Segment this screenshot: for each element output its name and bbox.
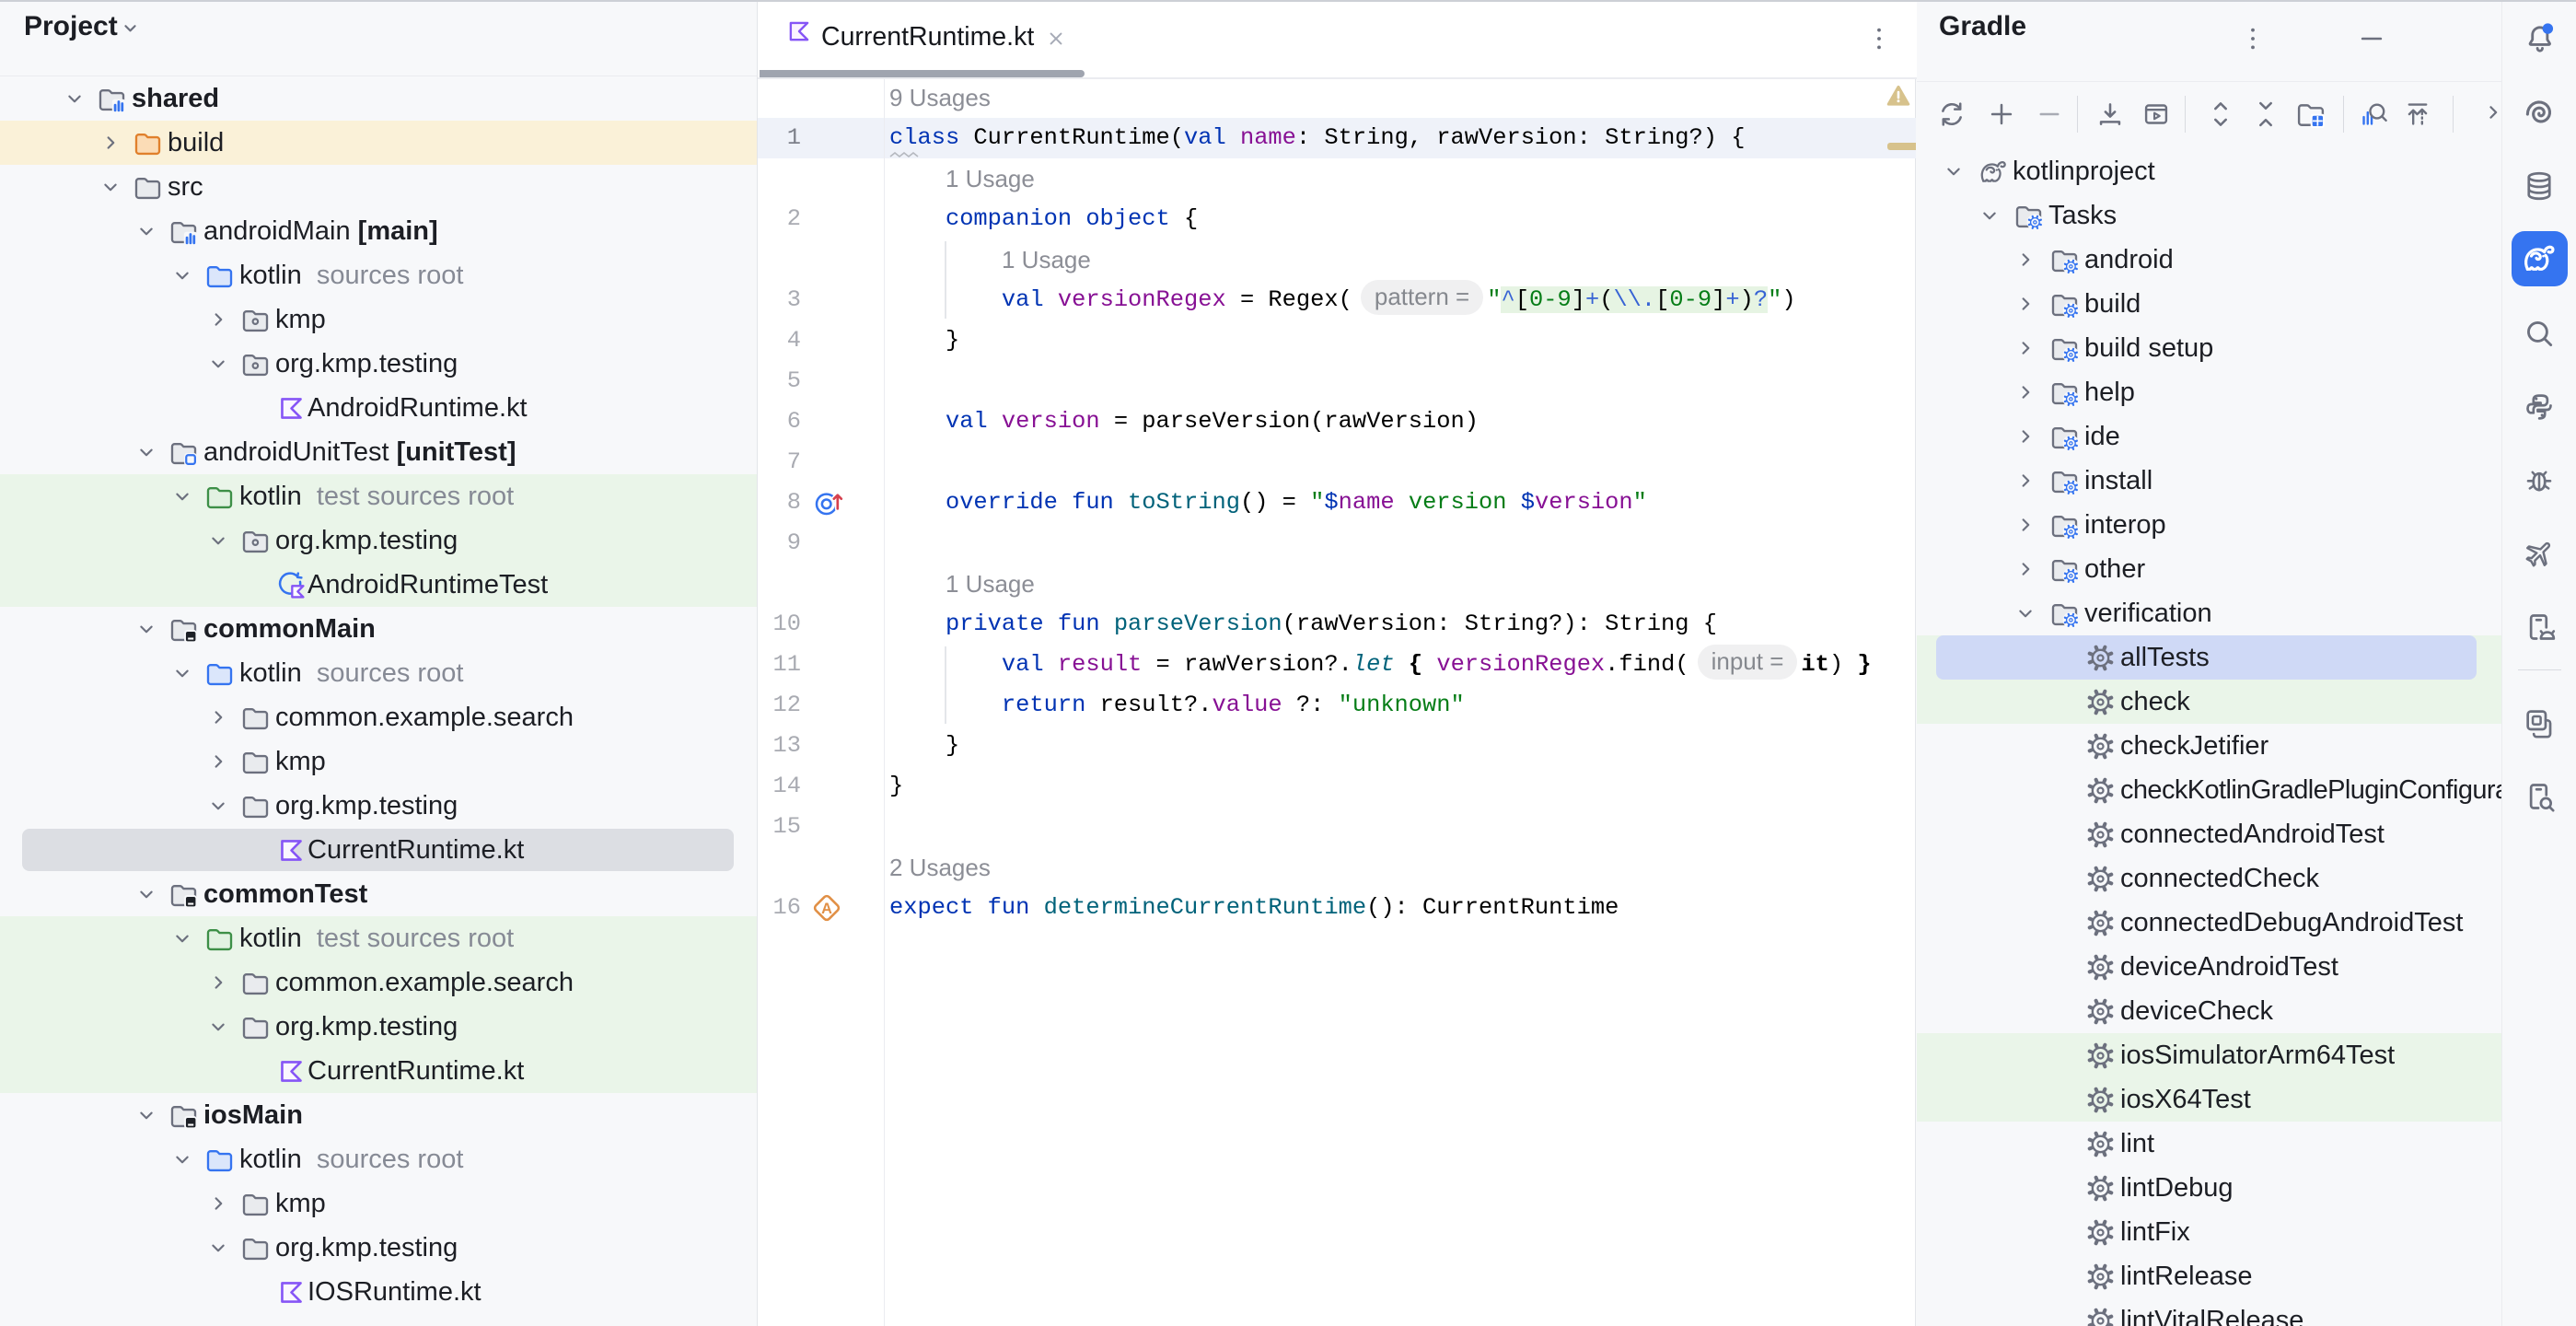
svg-text:A: A bbox=[821, 901, 832, 917]
